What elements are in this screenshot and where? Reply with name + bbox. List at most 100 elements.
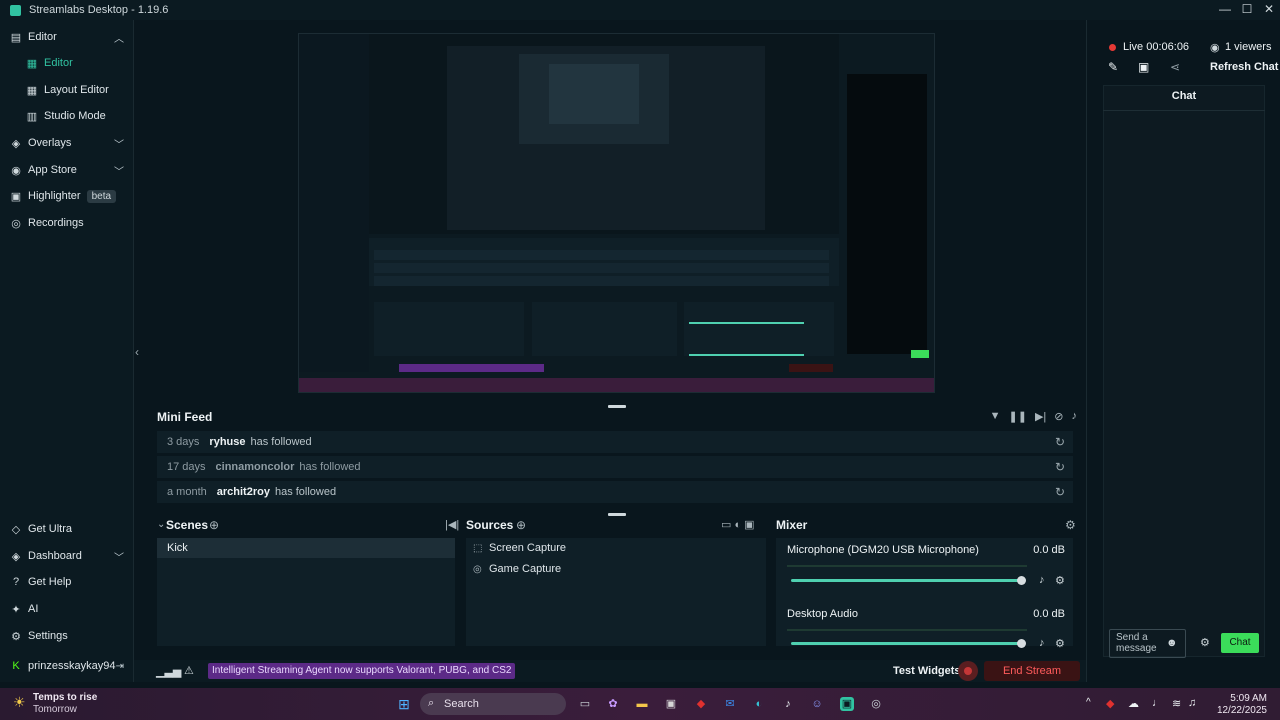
source-item[interactable]: ◎ Game Capture [473, 563, 561, 575]
chat-title: Chat [1171, 90, 1197, 102]
mini-feed-toolbar: ▼ ❚❚ ▶| ⊘ ♪ [990, 410, 1077, 423]
editor-group-icon: ▤ [10, 31, 22, 44]
weather-headline[interactable]: Temps to rise [33, 692, 97, 703]
tray-overflow-icon[interactable]: ^ [1086, 697, 1091, 708]
sidebar-item-studio-mode[interactable]: ▥ Studio Mode [0, 105, 134, 127]
taskbar-search[interactable]: Search [420, 693, 566, 715]
sidebar-item-ai[interactable]: ✦ AI [0, 598, 134, 620]
collapse-sidebar-icon[interactable]: ‹ [135, 345, 139, 359]
store-icon[interactable]: ▣ [664, 697, 678, 711]
sidebar-item-recordings[interactable]: ◎ Recordings [0, 212, 134, 234]
sidebar-item-overlays[interactable]: ◈ Overlays ﹀ [0, 132, 134, 154]
skip-icon[interactable]: ▶| [1035, 410, 1046, 423]
sidebar-item-app-store[interactable]: ◉ App Store ﹀ [0, 159, 134, 181]
mixer-channel-name: Microphone (DGM20 USB Microphone) [787, 544, 979, 556]
chat-settings-gear-icon[interactable]: ⚙ [1200, 636, 1210, 649]
sidebar-item-get-ultra[interactable]: ◇ Get Ultra [0, 518, 134, 540]
highlighter-icon: ▣ [10, 190, 22, 203]
mcafee-icon[interactable]: ◆ [694, 697, 708, 711]
audio-meter [787, 629, 1027, 631]
sidebar-group-editor[interactable]: ▤ Editor ︿ [0, 26, 134, 48]
scenes-collapse-icon[interactable]: ⌄ [157, 519, 165, 530]
sidebar-item-layout-editor[interactable]: ▦ Layout Editor [0, 79, 134, 101]
microphone-tray-icon[interactable]: ♩ [1152, 697, 1163, 709]
replay-icon[interactable]: ↻ [1055, 460, 1065, 474]
add-source-icon[interactable]: ⊕ [516, 518, 526, 532]
stats-chart-icon[interactable]: ▁▃▅ [156, 665, 181, 678]
clip-camera-icon[interactable]: ▣ [1138, 60, 1149, 74]
sidebar-item-dashboard[interactable]: ◈ Dashboard ﹀ [0, 545, 134, 567]
record-button[interactable] [958, 661, 978, 681]
task-view-icon[interactable]: ▭ [578, 697, 592, 711]
title-bar: Streamlabs Desktop - 1.19.6 — ☐ ✕ [0, 0, 1280, 20]
volume-slider[interactable] [791, 642, 1023, 645]
sidebar-user[interactable]: K prinzesskaykay94 ⇥ [0, 655, 134, 677]
tiktok-icon[interactable]: ♪ [781, 697, 795, 711]
onedrive-icon[interactable]: ☁ [1128, 697, 1139, 710]
sidebar-item-settings[interactable]: ⚙ Settings [0, 625, 134, 647]
preview-resize-handle[interactable] [608, 405, 626, 408]
replay-icon[interactable]: ↻ [1055, 485, 1065, 499]
mute-speaker-icon[interactable]: ♪ [1039, 637, 1045, 649]
window-title: Streamlabs Desktop - 1.19.6 [29, 4, 169, 16]
alert-notification-icon[interactable]: ⚠ [184, 664, 194, 677]
sidebar-item-editor[interactable]: ▦ Editor [0, 52, 134, 74]
edit-pencil-icon[interactable]: ✎ [1108, 60, 1118, 74]
minimize-button[interactable]: — [1214, 0, 1236, 20]
streamlabs-taskbar-icon[interactable]: ▣ [840, 697, 854, 711]
copilot-icon[interactable]: ✿ [606, 697, 620, 711]
chat-send-button[interactable]: Chat [1221, 633, 1259, 653]
mute-alerts-icon[interactable]: ⊘ [1054, 410, 1063, 423]
stream-preview[interactable] [298, 33, 935, 393]
speaker-icon[interactable]: ♫ [1188, 697, 1196, 709]
pause-icon[interactable]: ❚❚ [1009, 410, 1027, 423]
volume-slider[interactable] [791, 579, 1023, 582]
outlook-icon[interactable]: ✉ [723, 697, 737, 711]
mixer-settings-gear-icon[interactable]: ⚙ [1065, 518, 1076, 532]
source-item[interactable]: ⬚ Screen Capture [473, 542, 566, 554]
discord-icon[interactable]: ☺ [810, 697, 824, 711]
close-button[interactable]: ✕ [1258, 0, 1280, 20]
scene-item[interactable]: Kick [157, 538, 455, 558]
announcement-banner[interactable]: Intelligent Streaming Agent now supports… [208, 663, 516, 679]
tray-app-icon[interactable]: ◆ [1106, 697, 1114, 710]
chevron-down-icon: ﹀ [114, 166, 124, 178]
scene-transition-icon[interactable]: |◀| [445, 518, 459, 531]
emoji-icon[interactable]: ☻ [1166, 637, 1178, 649]
sidebar-item-get-help[interactable]: ? Get Help [0, 571, 134, 593]
overlays-icon: ◈ [11, 137, 21, 150]
sources-panel [466, 538, 766, 646]
source-tools-icons[interactable]: ▭ ◐ ▣ [721, 518, 755, 531]
obs-icon[interactable]: ◎ [869, 697, 883, 711]
sidebar-item-highlighter[interactable]: ▣ Highlighter beta [0, 185, 134, 207]
edge-icon[interactable]: ◐ [752, 697, 766, 711]
filter-icon[interactable]: ▼ [990, 410, 1001, 423]
taskbar-clock-date[interactable]: 12/22/2025 [1217, 705, 1267, 716]
ai-sparkle-icon: ✦ [11, 603, 21, 616]
weather-icon[interactable]: ☀ [13, 694, 26, 711]
channel-gear-icon[interactable]: ⚙ [1055, 637, 1065, 650]
feed-resize-handle[interactable] [608, 513, 626, 516]
replay-icon[interactable]: ↻ [1055, 435, 1065, 449]
mute-speaker-icon[interactable]: ♪ [1039, 574, 1045, 586]
windows-start-icon[interactable]: ⊞ [397, 697, 411, 711]
feed-row: 17 days cinnamoncolor has followed ↻ [157, 456, 1073, 478]
file-explorer-icon[interactable]: ▬ [635, 697, 649, 711]
end-stream-button[interactable]: End Stream [984, 661, 1080, 681]
maximize-button[interactable]: ☐ [1236, 0, 1258, 20]
test-widgets-button[interactable]: Test Widgets [893, 665, 961, 677]
volume-slider-knob[interactable] [1017, 576, 1026, 585]
share-icon[interactable]: ⋖ [1170, 60, 1180, 74]
feed-row: a month archit2roy has followed ↻ [157, 481, 1073, 503]
app-store-icon: ◉ [11, 164, 21, 177]
recordings-icon: ◎ [11, 217, 21, 230]
logout-icon[interactable]: ⇥ [116, 661, 124, 672]
taskbar-clock-time[interactable]: 5:09 AM [1230, 693, 1267, 704]
scenes-title: Scenes [166, 518, 209, 532]
channel-gear-icon[interactable]: ⚙ [1055, 574, 1065, 587]
add-scene-icon[interactable]: ⊕ [209, 518, 219, 532]
volume-slider-knob[interactable] [1017, 639, 1026, 648]
refresh-chat-button[interactable]: Refresh Chat [1210, 61, 1278, 73]
volume-icon[interactable]: ♪ [1072, 410, 1078, 423]
wifi-icon[interactable]: ≋ [1172, 697, 1181, 710]
